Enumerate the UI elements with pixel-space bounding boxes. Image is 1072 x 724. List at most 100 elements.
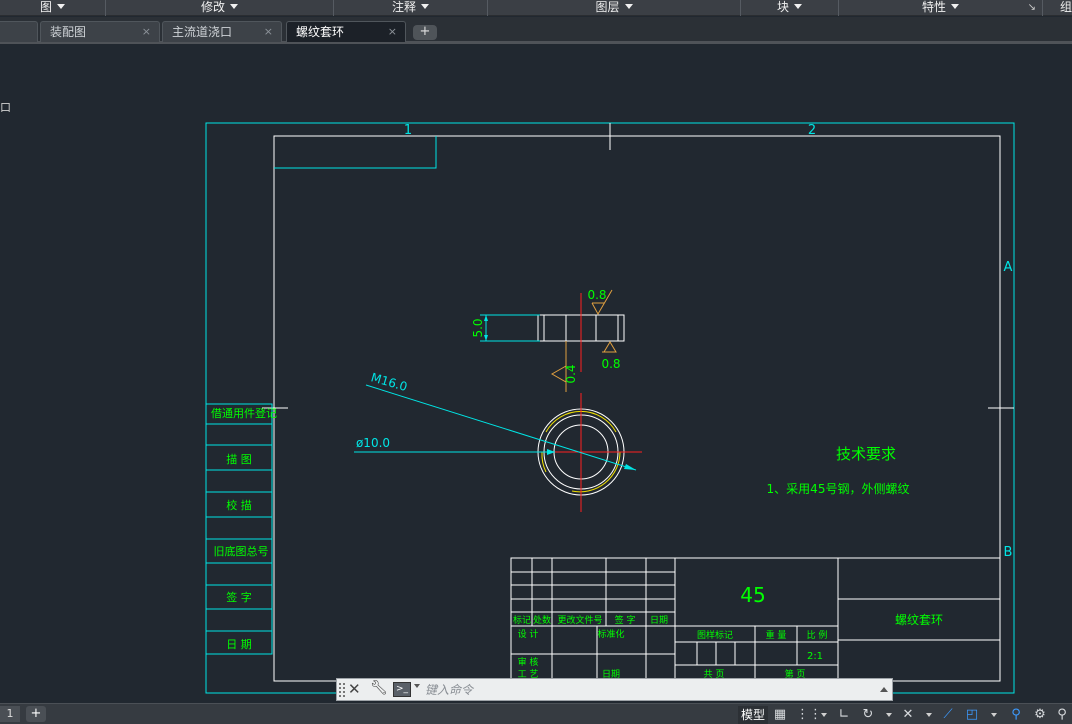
- tab-threaded-ring[interactable]: 螺纹套环 ×: [286, 21, 406, 42]
- status-bar: 1 + 模型 ▦ ⋮⋮ ∟ ↻ ✕ ⟋ ◰ ⚲ ⚙ ⚲: [0, 703, 1072, 724]
- close-icon[interactable]: ✕: [348, 680, 361, 698]
- object-snap-tracking-icon[interactable]: ⟋: [940, 706, 956, 724]
- model-space-button[interactable]: 模型: [738, 706, 768, 724]
- title-block: 标记 处数 更改文件号 签 字 日期 设 计 标准化 审 核 工 艺 日期 45…: [510, 557, 1001, 682]
- file-tab-strip: 装配图 × 主流道浇口 × 螺纹套环 × +: [0, 17, 1072, 44]
- chevron-down-icon[interactable]: [991, 713, 997, 717]
- chevron-down-icon: [421, 4, 429, 9]
- dim-diameter: ø10.0: [356, 436, 390, 450]
- ribbon-panel-block[interactable]: 块: [741, 0, 839, 16]
- command-line: ✕ 🔧︎ >_: [336, 678, 893, 701]
- zone-row-a: A: [1004, 260, 1013, 275]
- chevron-down-icon[interactable]: [414, 684, 420, 688]
- ribbon-panel-layers[interactable]: 图层: [488, 0, 741, 16]
- close-icon[interactable]: ×: [142, 22, 151, 42]
- tab-label: 装配图: [50, 25, 87, 39]
- stage-header-2: 比 例: [807, 629, 828, 641]
- panel-label: 组: [1060, 0, 1072, 14]
- ribbon-panel-properties[interactable]: 特性 ↘: [839, 0, 1043, 16]
- command-input[interactable]: [425, 681, 865, 698]
- snap-icon[interactable]: ⋮⋮: [796, 706, 822, 724]
- stamp-label-2: 校 描: [226, 498, 252, 512]
- wrench-icon[interactable]: 🔧︎: [370, 680, 388, 696]
- ribbon-panel-draw[interactable]: 图: [0, 0, 106, 16]
- rev-header-1: 处数: [533, 614, 551, 626]
- chevron-down-icon: [951, 4, 959, 9]
- chevron-down-icon[interactable]: [821, 713, 827, 717]
- sign-row-2: 审 核: [518, 656, 539, 668]
- rev-header-3: 签 字: [615, 614, 636, 626]
- ribbon-panel-modify[interactable]: 修改: [106, 0, 334, 16]
- stage-header-1: 重 量: [766, 629, 787, 641]
- annotation-scale-icon[interactable]: ⚲: [1008, 706, 1024, 724]
- stamp-label-3: 旧底图总号: [214, 544, 269, 558]
- stage-header-0: 图样标记: [697, 629, 733, 641]
- chevron-down-icon: [624, 4, 633, 9]
- panel-label: 修改: [200, 0, 225, 14]
- new-tab-button[interactable]: +: [413, 25, 437, 40]
- chevron-down-icon: [57, 4, 65, 9]
- dim-thread: M16.0: [369, 370, 409, 394]
- panel-label: 注释: [391, 0, 416, 14]
- panel-label: 图层: [595, 0, 620, 14]
- ortho-icon[interactable]: ∟: [836, 706, 852, 724]
- ribbon-panel-groups[interactable]: 组: [1043, 0, 1072, 16]
- tech-req-title: 技术要求: [836, 445, 896, 463]
- tab-overflow[interactable]: [0, 21, 38, 42]
- material: 45: [740, 583, 765, 607]
- tab-label: 主流道浇口: [172, 25, 233, 39]
- rev-header-0: 标记: [513, 614, 531, 626]
- tab-sprue-gate[interactable]: 主流道浇口 ×: [162, 21, 282, 42]
- front-view: M16.0 ø10.0: [354, 370, 642, 512]
- stamp-label-1: 描 图: [226, 452, 252, 466]
- object-snap-icon[interactable]: ◰: [964, 706, 980, 724]
- add-layout-button[interactable]: +: [26, 706, 46, 722]
- tech-req-note: 1、采用45号钢，外侧螺纹: [767, 482, 910, 496]
- chevron-down-icon: [230, 4, 238, 9]
- roughness-top: 0.8: [587, 288, 606, 302]
- stamp-label-4: 签 字: [226, 590, 252, 604]
- dim-thickness: 5.0: [471, 318, 485, 337]
- chevron-down-icon: [794, 4, 802, 9]
- workspace-icon[interactable]: ⚙: [1032, 706, 1048, 724]
- viewport-controls[interactable]: 口: [0, 99, 11, 115]
- sign-row-1: 标准化: [597, 628, 624, 640]
- tab-label: 螺纹套环: [296, 25, 345, 39]
- annotation-visibility-icon[interactable]: ⚲: [1054, 706, 1070, 724]
- close-icon[interactable]: ×: [264, 22, 273, 42]
- roughness-bottom: 0.8: [601, 357, 620, 371]
- zone-col-2: 2: [808, 123, 816, 138]
- panel-label: 特性: [921, 0, 946, 14]
- top-left-box: [274, 136, 437, 169]
- chevron-up-icon[interactable]: [880, 687, 888, 692]
- isodraft-icon[interactable]: ✕: [900, 706, 916, 724]
- grip-handle-icon[interactable]: [339, 683, 345, 697]
- drawing-canvas[interactable]: 1 2 2 A B 借通用件登记 描 图 校 描 旧底图总号 签 字 日 期: [0, 47, 1072, 703]
- scale-value: 2:1: [807, 651, 823, 662]
- chevron-down-icon[interactable]: [926, 713, 932, 717]
- sign-row-0: 设 计: [518, 628, 539, 640]
- layout-tab[interactable]: 1: [0, 706, 20, 722]
- stamp-label-5: 日 期: [226, 638, 252, 651]
- side-view: 5.0 0.8 0.8 0.4: [471, 288, 625, 392]
- chevron-down-icon[interactable]: [886, 713, 892, 717]
- tab-assembly-drawing[interactable]: 装配图 ×: [40, 21, 160, 42]
- panel-label: 块: [776, 0, 789, 14]
- drawing-svg: 1 2 2 A B 借通用件登记 描 图 校 描 旧底图总号 签 字 日 期: [205, 122, 1015, 696]
- rev-header-4: 日期: [650, 615, 668, 626]
- ribbon-panel-bar: 图 修改 注释 图层 块 特性 ↘ 组: [0, 0, 1072, 16]
- close-icon[interactable]: ×: [388, 22, 397, 42]
- rev-header-2: 更改文件号: [557, 614, 602, 626]
- stamp-label-0: 借通用件登记: [211, 406, 277, 420]
- outer-frame: [205, 122, 1015, 694]
- ribbon-panel-annotate[interactable]: 注释: [334, 0, 488, 16]
- polar-tracking-icon[interactable]: ↻: [860, 706, 876, 724]
- dialog-launcher-icon[interactable]: ↘: [1028, 0, 1036, 15]
- command-prompt-icon[interactable]: >_: [393, 682, 411, 697]
- part-name: 螺纹套环: [895, 613, 943, 627]
- zone-row-b: B: [1004, 545, 1013, 560]
- zone-col-1: 1: [404, 123, 412, 138]
- left-stamp-table: 借通用件登记 描 图 校 描 旧底图总号 签 字 日 期: [205, 403, 277, 655]
- grid-icon[interactable]: ▦: [772, 706, 788, 724]
- roughness-left: 0.4: [564, 364, 578, 383]
